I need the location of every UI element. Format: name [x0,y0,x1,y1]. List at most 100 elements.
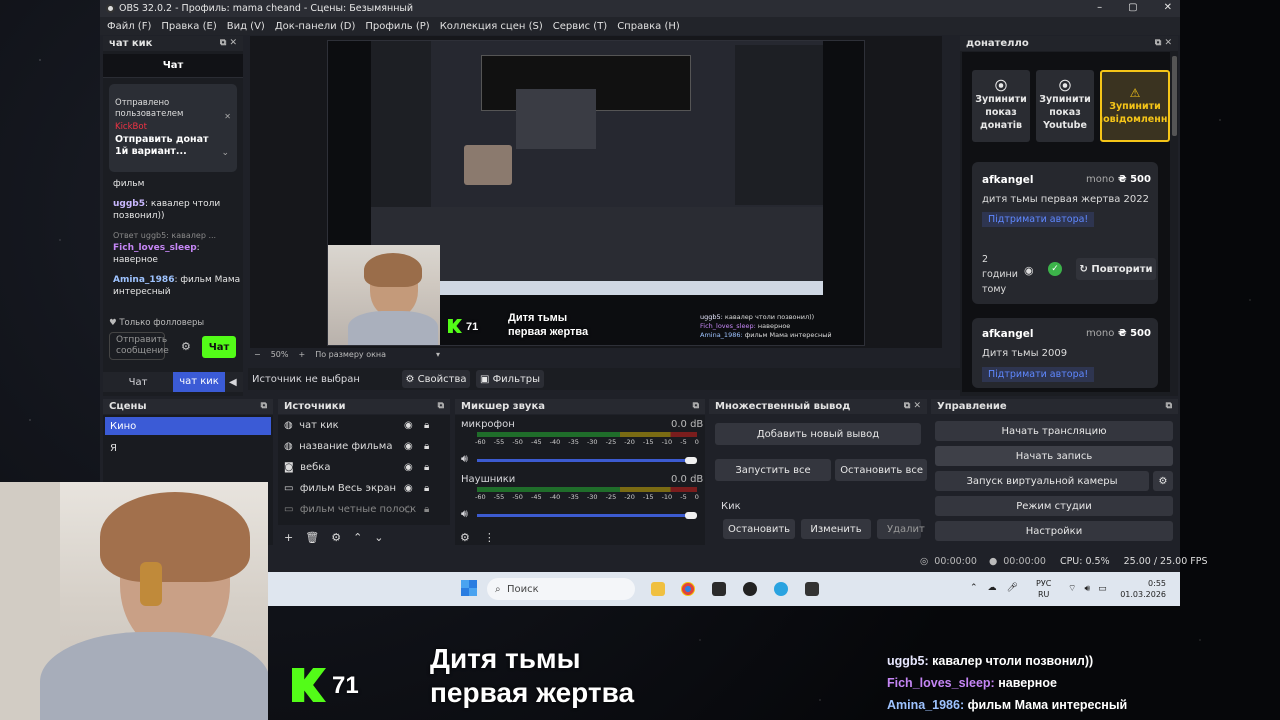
stop-youtube-button[interactable]: ⦿ Зупинити показ Youtube [1036,70,1094,142]
check-icon[interactable]: ✓ [1048,262,1062,276]
chevron-left-icon[interactable]: ◀ [229,377,237,388]
zoom-out-button[interactable]: − [254,350,261,359]
eye-icon[interactable]: ◉ [404,462,413,473]
folder-icon[interactable] [651,582,665,596]
close-button[interactable]: ✕ [1164,2,1172,13]
language-indicator[interactable]: РУС RU [1036,578,1051,600]
eye-off-icon[interactable]: ◌ [404,504,413,515]
filters-button[interactable]: ▣ Фильтры [476,370,544,388]
eye-icon[interactable]: ◉ [404,483,413,494]
stop-donations-button[interactable]: ⦿ Зупинити показ донатів [972,70,1030,142]
menu-profile[interactable]: Профиль (P) [365,21,429,32]
start-stream-button[interactable]: Начать трансляцию [935,421,1173,441]
support-author-link[interactable]: Підтримати автора! [982,212,1095,227]
tray-expand-icon[interactable]: ⌃ [970,583,978,593]
lock-icon[interactable]: 🔒︎ [424,462,429,473]
tab-chat[interactable]: Чат [103,377,173,388]
eye-icon[interactable]: ◉ [1024,264,1034,277]
trash-icon[interactable]: 🗑︎ [305,531,319,544]
windows-start-icon[interactable] [461,580,477,596]
telegram-icon[interactable] [774,582,788,596]
gear-icon[interactable]: ⚙ [331,531,341,544]
pinned-message[interactable]: Отправлено пользователем KickBot Отправи… [109,84,237,172]
speaker-icon[interactable]: 🔊︎ [461,452,468,466]
dock-float-icon[interactable]: ⧉ [1166,401,1172,411]
dock-controls-icon[interactable]: ⧉ ✕ [220,38,237,48]
send-chat-button[interactable]: Чат [202,336,236,358]
start-virtual-camera-button[interactable]: Запуск виртуальной камеры [935,471,1149,491]
dock-float-icon[interactable]: ⧉ [261,401,267,411]
repeat-button[interactable]: ↻ Повторити [1076,258,1156,280]
add-output-button[interactable]: Добавить новый вывод [715,423,921,445]
source-item[interactable]: ▭ фильм Весь экран ◉ 🔒︎ [284,483,444,494]
studio-mode-button[interactable]: Режим студии [935,496,1173,516]
preview-canvas[interactable]: 71 Дитя тьмы первая жертва uggb5: кавале… [250,36,942,348]
start-all-button[interactable]: Запустить все [715,459,831,481]
menu-tools[interactable]: Сервис (T) [553,21,607,32]
dock-controls-icon[interactable]: ⧉ ✕ [1155,38,1172,48]
volume-knob[interactable] [685,457,697,464]
eye-icon[interactable]: ◉ [404,441,413,452]
maximize-button[interactable]: ▢ [1128,2,1137,13]
chevron-down-icon[interactable]: ▾ [436,350,440,359]
scene-item[interactable]: Кино [105,417,271,435]
lock-icon[interactable]: 🔒︎ [424,504,429,515]
speaker-icon[interactable]: 🔊︎ [461,507,468,521]
add-source-button[interactable]: + [284,531,293,544]
menu-view[interactable]: Вид (V) [227,21,265,32]
stop-all-button[interactable]: Остановить все [835,459,927,481]
taskbar-search[interactable]: ⌕ Поиск [487,578,635,600]
delete-output-button[interactable]: Удалит [877,519,925,539]
fit-mode-select[interactable]: По размеру окна [315,350,386,359]
menu-file[interactable]: Файл (F) [107,21,151,32]
chevron-down-icon[interactable]: ⌄ [221,148,229,158]
stop-output-button[interactable]: Остановить [723,519,795,539]
app-icon[interactable] [712,582,726,596]
dock-float-icon[interactable]: ⧉ [693,401,699,411]
advanced-audio-icon[interactable]: ⚙ [460,531,470,544]
edit-output-button[interactable]: Изменить [801,519,871,539]
taskbar-clock[interactable]: 0:55 01.03.2026 [1118,578,1166,600]
stop-alerts-button[interactable]: ⚠ Зупинити повідомлення [1100,70,1170,142]
gear-icon[interactable]: ⚙ [1153,471,1173,491]
support-author-link[interactable]: Підтримати автора! [982,367,1095,382]
menu-scene-collection[interactable]: Коллекция сцен (S) [440,21,543,32]
more-options-icon[interactable]: ⋮ [484,531,495,544]
scrollbar[interactable] [1172,56,1177,136]
volume-slider[interactable] [477,459,693,462]
source-item[interactable]: ◍ чат кик ◉ 🔒︎ [284,420,444,431]
settings-button[interactable]: Настройки [935,521,1173,541]
lock-icon[interactable]: 🔒︎ [424,483,429,494]
mic-icon[interactable]: 🎤︎ [1007,583,1018,593]
scene-item[interactable]: Я [105,439,271,457]
wifi-icon[interactable]: ⌔ [1068,583,1076,594]
menu-help[interactable]: Справка (H) [617,21,680,32]
minimize-button[interactable]: – [1097,2,1102,13]
move-down-button[interactable]: ⌄ [374,531,383,544]
obs-icon[interactable] [743,582,757,596]
gear-icon[interactable]: ⚙ [181,340,191,353]
source-item[interactable]: ▭ фильм четные полоск ◌ 🔒︎ [284,504,444,515]
volume-icon[interactable]: 🔊︎ [1084,584,1090,594]
dock-float-icon[interactable]: ⧉ [438,401,444,411]
lock-icon[interactable]: 🔒︎ [424,441,429,452]
source-item[interactable]: ◙ вебка ◉ 🔒︎ [284,462,444,473]
move-up-button[interactable]: ⌃ [353,531,362,544]
eye-icon[interactable]: ◉ [404,420,413,431]
zoom-in-button[interactable]: + [298,350,305,359]
volume-slider[interactable] [477,514,693,517]
properties-button[interactable]: ⚙ Свойства [402,370,470,388]
unpin-icon[interactable]: ✕ [224,112,231,121]
battery-icon[interactable]: ▭ [1098,584,1107,594]
start-record-button[interactable]: Начать запись [935,446,1173,466]
cloud-icon[interactable]: ☁ [988,583,997,593]
tab-chat-kick[interactable]: чат кик [173,372,225,392]
chrome-icon[interactable] [681,582,695,596]
volume-knob[interactable] [685,512,697,519]
lock-icon[interactable]: 🔒︎ [424,420,429,431]
dock-controls-icon[interactable]: ⧉ ✕ [904,401,921,411]
source-item[interactable]: ◍ название фильма ◉ 🔒︎ [284,441,444,452]
terminal-icon[interactable] [805,582,819,596]
menu-docks[interactable]: Док-панели (D) [275,21,356,32]
chat-message-input[interactable]: Отправить сообщение [109,332,169,360]
